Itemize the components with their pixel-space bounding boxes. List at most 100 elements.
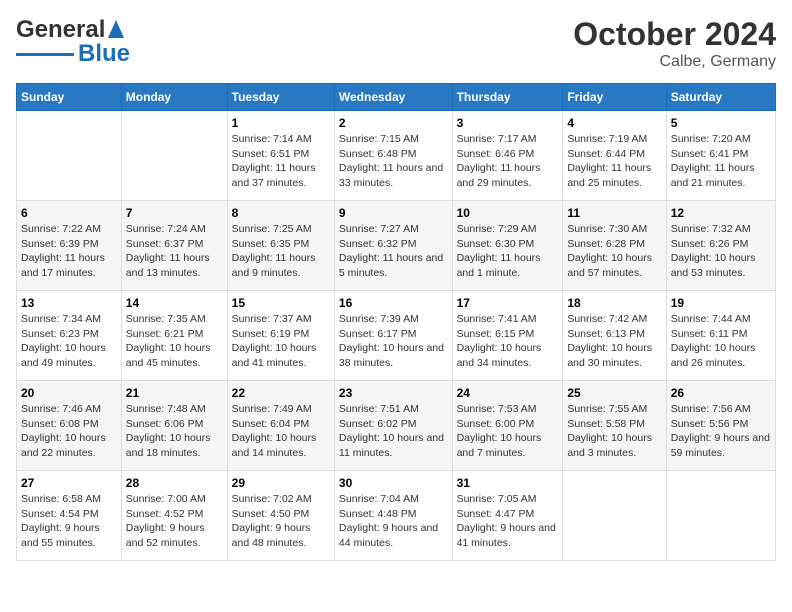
day-number: 29 [232,476,330,490]
calendar-cell: 19 Sunrise: 7:44 AM Sunset: 6:11 PM Dayli… [666,291,775,381]
day-info: Sunrise: 7:35 AM Sunset: 6:21 PM Dayligh… [126,312,223,371]
day-number: 20 [21,386,117,400]
calendar-week-row: 13 Sunrise: 7:34 AM Sunset: 6:23 PM Dayli… [17,291,776,381]
day-info: Sunrise: 7:37 AM Sunset: 6:19 PM Dayligh… [232,312,330,371]
calendar-title-block: October 2024 Calbe, Germany [573,16,776,71]
calendar-week-row: 27Sunrise: 6:58 AM Sunset: 4:54 PM Dayli… [17,471,776,561]
logo-text-blue: Blue [78,40,130,68]
calendar-cell [563,471,666,561]
day-info: Sunrise: 7:27 AM Sunset: 6:32 PM Dayligh… [339,222,448,281]
calendar-cell: 13 Sunrise: 7:34 AM Sunset: 6:23 PM Dayli… [17,291,122,381]
calendar-cell: 4 Sunrise: 7:19 AM Sunset: 6:44 PM Daylig… [563,111,666,201]
calendar-cell: 1Sunrise: 7:14 AM Sunset: 6:51 PM Daylig… [227,111,334,201]
day-info: Sunrise: 7:29 AM Sunset: 6:30 PM Dayligh… [457,222,559,281]
calendar-table: SundayMondayTuesdayWednesdayThursdayFrid… [16,83,776,561]
day-info: Sunrise: 7:51 AM Sunset: 6:02 PM Dayligh… [339,402,448,461]
day-info: Sunrise: 7:19 AM Sunset: 6:44 PM Dayligh… [567,132,661,191]
day-number: 2 [339,116,448,130]
calendar-week-row: 6Sunrise: 7:22 AM Sunset: 6:39 PM Daylig… [17,201,776,291]
day-number: 14 [126,296,223,310]
day-info: Sunrise: 7:48 AM Sunset: 6:06 PM Dayligh… [126,402,223,461]
calendar-cell: 7Sunrise: 7:24 AM Sunset: 6:37 PM Daylig… [121,201,227,291]
day-info: Sunrise: 7:49 AM Sunset: 6:04 PM Dayligh… [232,402,330,461]
calendar-cell: 25 Sunrise: 7:55 AM Sunset: 5:58 PM Dayli… [563,381,666,471]
day-header-friday: Friday [563,84,666,111]
calendar-cell: 27Sunrise: 6:58 AM Sunset: 4:54 PM Dayli… [17,471,122,561]
calendar-cell: 28Sunrise: 7:00 AM Sunset: 4:52 PM Dayli… [121,471,227,561]
day-info: Sunrise: 7:46 AM Sunset: 6:08 PM Dayligh… [21,402,117,461]
day-header-monday: Monday [121,84,227,111]
calendar-cell: 6Sunrise: 7:22 AM Sunset: 6:39 PM Daylig… [17,201,122,291]
day-header-thursday: Thursday [452,84,563,111]
day-info: Sunrise: 7:15 AM Sunset: 6:48 PM Dayligh… [339,132,448,191]
day-info: Sunrise: 7:05 AM Sunset: 4:47 PM Dayligh… [457,492,559,551]
day-number: 16 [339,296,448,310]
day-number: 23 [339,386,448,400]
calendar-cell [17,111,122,201]
day-number: 15 [232,296,330,310]
day-number: 19 [671,296,771,310]
day-number: 18 [567,296,661,310]
day-info: Sunrise: 7:22 AM Sunset: 6:39 PM Dayligh… [21,222,117,281]
day-info: Sunrise: 6:58 AM Sunset: 4:54 PM Dayligh… [21,492,117,551]
day-header-tuesday: Tuesday [227,84,334,111]
day-info: Sunrise: 7:25 AM Sunset: 6:35 PM Dayligh… [232,222,330,281]
day-info: Sunrise: 7:00 AM Sunset: 4:52 PM Dayligh… [126,492,223,551]
calendar-cell: 26 Sunrise: 7:56 AM Sunset: 5:56 PM Dayli… [666,381,775,471]
day-number: 8 [232,206,330,220]
day-header-saturday: Saturday [666,84,775,111]
calendar-header-row: SundayMondayTuesdayWednesdayThursdayFrid… [17,84,776,111]
day-number: 31 [457,476,559,490]
calendar-cell: 23 Sunrise: 7:51 AM Sunset: 6:02 PM Dayli… [334,381,452,471]
calendar-cell: 29 Sunrise: 7:02 AM Sunset: 4:50 PM Dayli… [227,471,334,561]
day-info: Sunrise: 7:34 AM Sunset: 6:23 PM Dayligh… [21,312,117,371]
day-number: 17 [457,296,559,310]
calendar-cell: 18 Sunrise: 7:42 AM Sunset: 6:13 PM Dayli… [563,291,666,381]
calendar-cell: 17 Sunrise: 7:41 AM Sunset: 6:15 PM Dayli… [452,291,563,381]
calendar-cell: 12Sunrise: 7:32 AM Sunset: 6:26 PM Dayli… [666,201,775,291]
month-title: October 2024 [573,16,776,53]
logo: General Blue [16,16,130,68]
calendar-cell: 11Sunrise: 7:30 AM Sunset: 6:28 PM Dayli… [563,201,666,291]
day-info: Sunrise: 7:32 AM Sunset: 6:26 PM Dayligh… [671,222,771,281]
calendar-cell: 14 Sunrise: 7:35 AM Sunset: 6:21 PM Dayli… [121,291,227,381]
day-info: Sunrise: 7:44 AM Sunset: 6:11 PM Dayligh… [671,312,771,371]
calendar-cell: 9 Sunrise: 7:27 AM Sunset: 6:32 PM Daylig… [334,201,452,291]
day-info: Sunrise: 7:42 AM Sunset: 6:13 PM Dayligh… [567,312,661,371]
day-number: 24 [457,386,559,400]
calendar-cell: 30Sunrise: 7:04 AM Sunset: 4:48 PM Dayli… [334,471,452,561]
day-info: Sunrise: 7:53 AM Sunset: 6:00 PM Dayligh… [457,402,559,461]
calendar-cell: 2 Sunrise: 7:15 AM Sunset: 6:48 PM Daylig… [334,111,452,201]
calendar-cell [121,111,227,201]
day-number: 21 [126,386,223,400]
day-info: Sunrise: 7:17 AM Sunset: 6:46 PM Dayligh… [457,132,559,191]
day-info: Sunrise: 7:39 AM Sunset: 6:17 PM Dayligh… [339,312,448,371]
calendar-cell: 31 Sunrise: 7:05 AM Sunset: 4:47 PM Dayli… [452,471,563,561]
day-number: 4 [567,116,661,130]
day-number: 25 [567,386,661,400]
day-number: 5 [671,116,771,130]
day-number: 10 [457,206,559,220]
day-info: Sunrise: 7:02 AM Sunset: 4:50 PM Dayligh… [232,492,330,551]
calendar-cell: 20 Sunrise: 7:46 AM Sunset: 6:08 PM Dayli… [17,381,122,471]
day-header-wednesday: Wednesday [334,84,452,111]
day-number: 13 [21,296,117,310]
day-info: Sunrise: 7:41 AM Sunset: 6:15 PM Dayligh… [457,312,559,371]
day-info: Sunrise: 7:20 AM Sunset: 6:41 PM Dayligh… [671,132,771,191]
calendar-cell: 21 Sunrise: 7:48 AM Sunset: 6:06 PM Dayli… [121,381,227,471]
calendar-cell: 15 Sunrise: 7:37 AM Sunset: 6:19 PM Dayli… [227,291,334,381]
day-number: 30 [339,476,448,490]
day-header-sunday: Sunday [17,84,122,111]
calendar-cell: 24 Sunrise: 7:53 AM Sunset: 6:00 PM Dayli… [452,381,563,471]
day-info: Sunrise: 7:56 AM Sunset: 5:56 PM Dayligh… [671,402,771,461]
day-number: 26 [671,386,771,400]
calendar-week-row: 1Sunrise: 7:14 AM Sunset: 6:51 PM Daylig… [17,111,776,201]
day-info: Sunrise: 7:55 AM Sunset: 5:58 PM Dayligh… [567,402,661,461]
calendar-cell: 22Sunrise: 7:49 AM Sunset: 6:04 PM Dayli… [227,381,334,471]
day-number: 1 [232,116,330,130]
day-number: 9 [339,206,448,220]
logo-underline [16,53,74,56]
calendar-cell: 5 Sunrise: 7:20 AM Sunset: 6:41 PM Daylig… [666,111,775,201]
day-info: Sunrise: 7:30 AM Sunset: 6:28 PM Dayligh… [567,222,661,281]
calendar-cell: 16 Sunrise: 7:39 AM Sunset: 6:17 PM Dayli… [334,291,452,381]
